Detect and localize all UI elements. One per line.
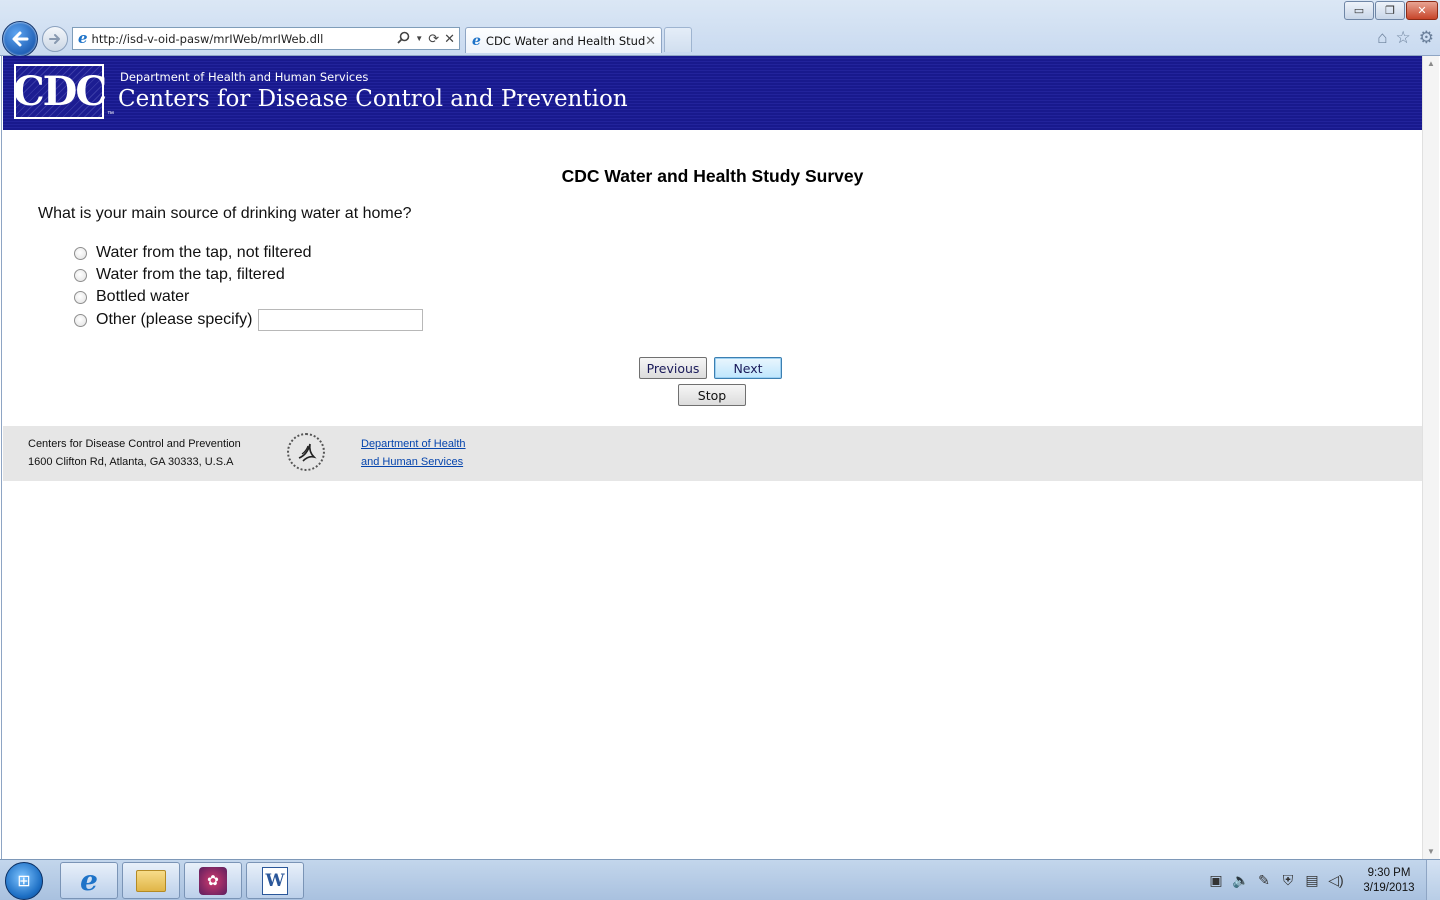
start-button[interactable]: ⊞ [5, 862, 43, 900]
word-icon: W [262, 866, 288, 895]
browser-toolbar-icons: ⌂ ☆ ⚙ [1377, 28, 1434, 48]
volume-icon[interactable]: ◁) [1328, 872, 1344, 889]
vertical-scrollbar[interactable]: ▲ ▼ [1422, 56, 1439, 859]
home-icon[interactable]: ⌂ [1377, 28, 1387, 48]
tab-close-icon[interactable]: ✕ [645, 33, 656, 49]
footer-org-name: Centers for Disease Control and Preventi… [28, 438, 241, 450]
window-controls: ▭ ❐ ✕ [1344, 1, 1438, 20]
restore-button[interactable]: ❐ [1375, 1, 1405, 20]
hhs-eagle-logo-icon [287, 433, 325, 471]
cdc-banner: CDC ™ Department of Health and Human Ser… [3, 56, 1422, 130]
close-window-button[interactable]: ✕ [1406, 1, 1438, 20]
radio-button[interactable] [74, 246, 87, 260]
minimize-button[interactable]: ▭ [1344, 1, 1374, 20]
ie-tab-icon: e [472, 32, 481, 49]
display-icon[interactable]: ▤ [1304, 872, 1320, 889]
next-button[interactable]: Next [714, 357, 782, 379]
search-icon[interactable] [397, 31, 410, 46]
page-viewport: CDC ™ Department of Health and Human Ser… [1, 56, 1439, 859]
ie-page-icon: e [78, 29, 88, 47]
department-name: Department of Health and Human Services [120, 70, 369, 84]
clock-date: 3/19/2013 [1363, 882, 1415, 894]
tools-gear-icon[interactable]: ⚙ [1419, 28, 1434, 48]
option-label: Water from the tap, not filtered [96, 244, 312, 261]
refresh-icon[interactable]: ⟳ [428, 32, 439, 45]
taskbar: ⊞ e ✿ W ▣ 🔈 ✎ ⛨ ▤ ◁) 9:30 PM 3/19/2013 [0, 859, 1440, 900]
address-url[interactable]: http://isd-v-oid-pasw/mrIWeb/mrIWeb.dll [92, 32, 398, 46]
show-desktop-button[interactable] [1426, 860, 1440, 900]
forward-arrow-icon [49, 34, 60, 44]
tray-app-icon[interactable]: ✎ [1256, 872, 1272, 889]
previous-button[interactable]: Previous [639, 357, 707, 379]
address-bar[interactable]: e http://isd-v-oid-pasw/mrIWeb/mrIWeb.dl… [72, 27, 460, 50]
agency-name: Centers for Disease Control and Preventi… [118, 86, 628, 112]
taskbar-file-explorer[interactable] [122, 862, 180, 899]
folder-icon [136, 869, 166, 892]
survey-title: CDC Water and Health Study Survey [561, 166, 864, 186]
security-shield-icon[interactable]: ⛨ [1280, 872, 1296, 889]
back-button[interactable] [2, 21, 38, 57]
new-tab-button[interactable] [664, 27, 692, 52]
clock-time: 9:30 PM [1367, 867, 1411, 879]
forward-button[interactable] [42, 26, 68, 52]
hhs-link-line1[interactable]: Department of Health [361, 438, 466, 450]
cdc-logo-text: CDC [12, 68, 107, 115]
tab-title: CDC Water and Health Study [485, 33, 646, 48]
system-tray: ▣ 🔈 ✎ ⛨ ▤ ◁) [1208, 872, 1344, 889]
stop-loading-icon[interactable]: ✕ [444, 32, 455, 45]
radio-button[interactable] [74, 268, 87, 282]
stop-button[interactable]: Stop [678, 384, 746, 406]
option-tap-filtered[interactable]: Water from the tap, filtered [74, 266, 285, 284]
cdc-logo: CDC [12, 64, 107, 119]
option-label: Bottled water [96, 288, 190, 305]
network-icon[interactable]: ▣ [1208, 872, 1224, 889]
page-footer: Centers for Disease Control and Preventi… [3, 426, 1422, 481]
speaker-icon[interactable]: 🔈 [1232, 872, 1249, 889]
scroll-down-arrow-icon[interactable]: ▼ [1427, 847, 1435, 856]
option-label: Water from the tap, filtered [96, 266, 285, 283]
tab-cdc-survey[interactable]: e CDC Water and Health Study ✕ [465, 27, 662, 53]
radio-button[interactable] [74, 313, 87, 327]
back-arrow-icon [12, 31, 29, 47]
taskbar-internet-explorer[interactable]: e [60, 862, 118, 899]
question-text: What is your main source of drinking wat… [38, 205, 412, 222]
taskbar-app[interactable]: ✿ [184, 862, 242, 899]
windows-logo-icon: ⊞ [17, 873, 31, 890]
other-specify-input[interactable] [257, 309, 423, 331]
trademark-symbol: ™ [107, 111, 114, 118]
option-label: Other (please specify) [96, 311, 253, 328]
scroll-up-arrow-icon[interactable]: ▲ [1427, 59, 1435, 68]
option-bottled-water[interactable]: Bottled water [74, 288, 189, 306]
hhs-link-line2[interactable]: and Human Services [361, 456, 463, 468]
internet-explorer-icon: e [80, 863, 98, 897]
browser-chrome: e http://isd-v-oid-pasw/mrIWeb/mrIWeb.dl… [0, 0, 1440, 57]
option-tap-not-filtered[interactable]: Water from the tap, not filtered [74, 244, 312, 262]
favorites-star-icon[interactable]: ☆ [1396, 28, 1411, 48]
option-other[interactable]: Other (please specify) [74, 309, 423, 331]
footer-address: 1600 Clifton Rd, Atlanta, GA 30333, U.S.… [28, 456, 234, 468]
app-icon: ✿ [199, 866, 227, 895]
taskbar-clock[interactable]: 9:30 PM 3/19/2013 [1356, 866, 1422, 896]
taskbar-word[interactable]: W [246, 862, 304, 899]
dropdown-arrow-icon[interactable]: ▼ [415, 34, 423, 43]
radio-button[interactable] [74, 290, 87, 304]
